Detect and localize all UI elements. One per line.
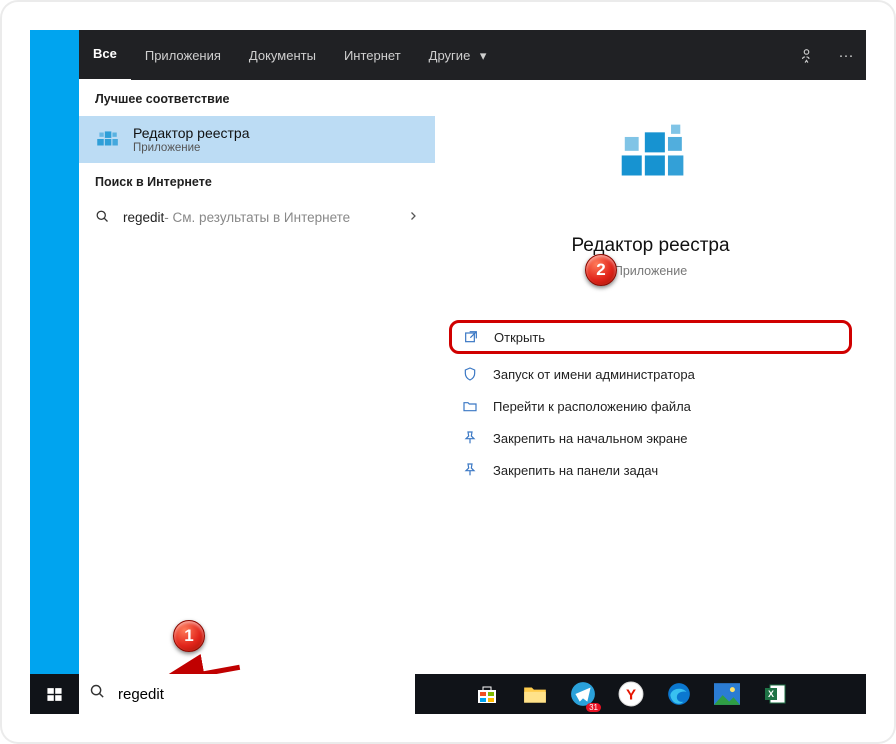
taskbar-store-icon[interactable]: [463, 674, 511, 714]
taskbar-excel-icon[interactable]: X: [751, 674, 799, 714]
search-header: Все Приложения Документы Интернет Другие…: [79, 30, 866, 80]
result-subtitle: Приложение: [133, 142, 250, 154]
preview-subtitle: Приложение: [435, 264, 866, 278]
preview-title: Редактор реестра: [435, 235, 866, 257]
tab-apps[interactable]: Приложения: [131, 30, 235, 80]
action-label: Перейти к расположению файла: [493, 399, 691, 414]
taskbar-search[interactable]: [79, 674, 415, 714]
app-large-icon: [435, 120, 866, 194]
action-run-as-admin[interactable]: Запуск от имени администратора: [449, 358, 852, 390]
search-icon: [89, 683, 106, 705]
feedback-icon[interactable]: [786, 47, 826, 64]
internet-result[interactable]: regedit - См. результаты в Интернете: [79, 199, 435, 237]
internet-header: Поиск в Интернете: [79, 163, 435, 199]
taskbar-edge-icon[interactable]: [655, 674, 703, 714]
search-icon: [95, 209, 113, 227]
action-label: Закрепить на панели задач: [493, 463, 658, 478]
chevron-down-icon: ▾: [476, 48, 486, 64]
result-regedit[interactable]: Редактор реестра Приложение: [79, 116, 435, 163]
folder-icon: [461, 398, 479, 414]
shield-icon: [461, 366, 479, 382]
open-icon: [462, 329, 480, 345]
action-label: Открыть: [494, 330, 545, 345]
taskbar-photos-icon[interactable]: [703, 674, 751, 714]
chevron-right-icon: [407, 210, 419, 225]
action-open[interactable]: Открыть: [449, 320, 852, 354]
start-button[interactable]: [30, 674, 79, 714]
action-open-location[interactable]: Перейти к расположению файла: [449, 390, 852, 422]
pin-icon: [461, 462, 479, 478]
svg-text:Y: Y: [626, 686, 636, 703]
internet-hint: - См. результаты в Интернете: [164, 210, 350, 225]
internet-query: regedit: [123, 210, 164, 225]
tab-internet[interactable]: Интернет: [330, 30, 415, 80]
tab-all[interactable]: Все: [79, 29, 131, 82]
taskbar-telegram-icon[interactable]: 31: [559, 674, 607, 714]
tab-docs[interactable]: Документы: [235, 30, 330, 80]
taskbar-yandex-icon[interactable]: Y: [607, 674, 655, 714]
more-icon[interactable]: ···: [826, 47, 866, 64]
annotation-badge-2: 2: [585, 254, 617, 286]
taskbar-explorer-icon[interactable]: [511, 674, 559, 714]
best-match-header: Лучшее соответствие: [79, 80, 435, 116]
search-input[interactable]: [116, 673, 415, 715]
action-pin-start[interactable]: Закрепить на начальном экране: [449, 422, 852, 454]
action-label: Запуск от имени администратора: [493, 367, 695, 382]
action-label: Закрепить на начальном экране: [493, 431, 688, 446]
action-pin-taskbar[interactable]: Закрепить на панели задач: [449, 454, 852, 486]
result-title: Редактор реестра: [133, 125, 250, 142]
pin-icon: [461, 430, 479, 446]
svg-text:X: X: [768, 689, 774, 699]
taskbar: 31 Y X: [30, 674, 866, 714]
regedit-icon: [93, 125, 121, 153]
results-pane: Лучшее соответствие Редактор реестра При…: [79, 80, 435, 682]
preview-pane: Редактор реестра Приложение Открыть Запу…: [435, 80, 866, 682]
accent-stripe: [30, 30, 79, 682]
tab-other[interactable]: Другие ▾: [415, 30, 501, 80]
